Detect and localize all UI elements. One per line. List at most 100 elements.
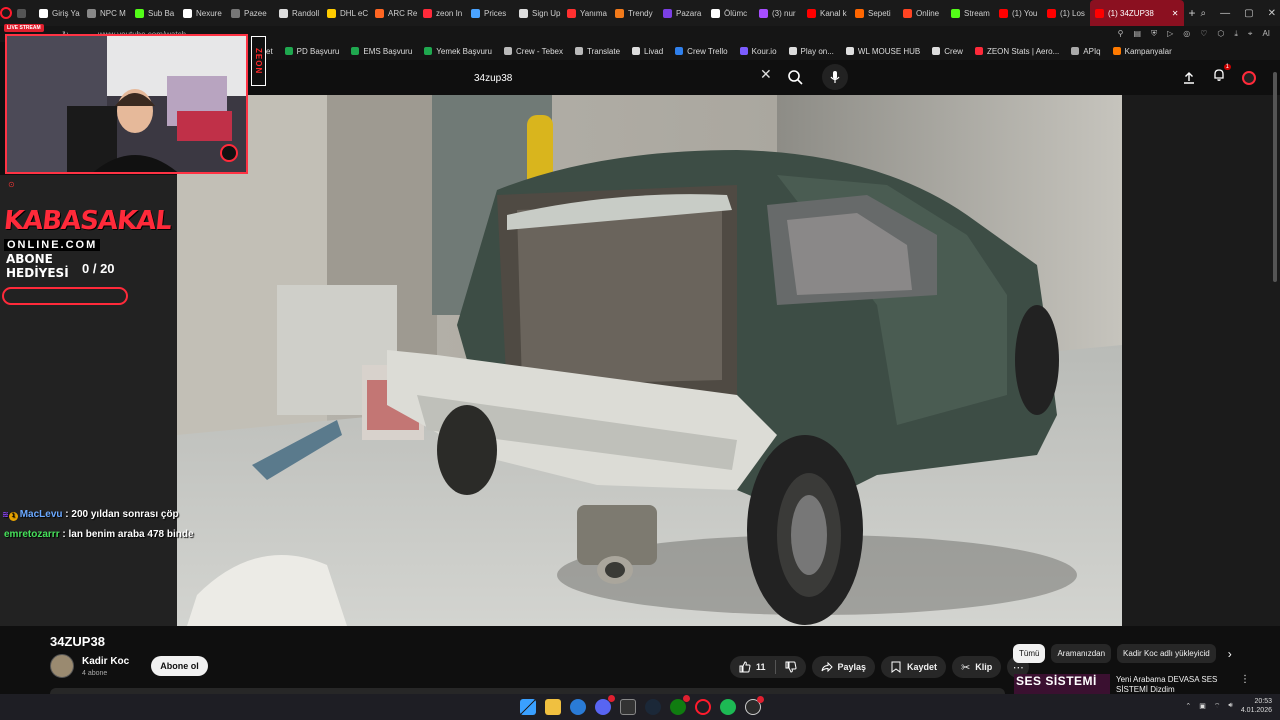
tab-label: Trendy bbox=[628, 8, 653, 18]
browser-tab[interactable]: Randoll bbox=[274, 0, 322, 26]
bookmarks-bar: et PD Başvuru EMS Başvuru Yemek Başvuru Crew… bbox=[248, 42, 1280, 60]
download-icon[interactable]: ⤓ bbox=[1234, 29, 1238, 39]
volume-icon[interactable]: 🔊︎ bbox=[1228, 702, 1232, 710]
browser-tab[interactable]: Giriş Ya bbox=[34, 0, 82, 26]
clock[interactable]: 20:53 4.01.2026 bbox=[1241, 697, 1272, 715]
browser-tab[interactable]: Prices bbox=[466, 0, 514, 26]
browser-tab[interactable]: DHL eC bbox=[322, 0, 370, 26]
bookmark-item[interactable]: WL MOUSE HUB bbox=[845, 47, 920, 56]
recommended-thumbnail[interactable]: SES SİSTEMİ bbox=[1014, 674, 1110, 696]
browser-tab[interactable]: (1) Los bbox=[1042, 0, 1090, 26]
clip-button[interactable]: ✂ Klip bbox=[952, 656, 1002, 678]
opera-gx-icon[interactable] bbox=[694, 699, 711, 715]
browser-tab[interactable]: Yanıma bbox=[562, 0, 610, 26]
bookmark-item[interactable]: EMS Başvuru bbox=[351, 47, 412, 56]
xbox-icon[interactable] bbox=[669, 695, 690, 715]
browser-tab[interactable]: NPC M bbox=[82, 0, 130, 26]
clear-search-icon[interactable]: ✕ bbox=[760, 66, 772, 83]
network-app-icon[interactable] bbox=[569, 699, 586, 715]
minimize-icon[interactable]: — bbox=[1220, 8, 1230, 19]
browser-tab[interactable] bbox=[12, 0, 34, 26]
shield-icon[interactable]: ⛨ bbox=[1151, 29, 1157, 39]
start-menu-icon[interactable] bbox=[519, 699, 536, 715]
search-button[interactable] bbox=[784, 66, 806, 88]
tab-close-icon[interactable]: ✕ bbox=[1172, 9, 1179, 18]
dislike-button[interactable] bbox=[776, 656, 806, 678]
spotify-icon[interactable] bbox=[719, 699, 736, 715]
pin-icon[interactable]: ⌖ bbox=[1248, 29, 1253, 39]
recommended-title[interactable]: Yeni Arabama DEVASA SES SİSTEMİ Dizdim bbox=[1116, 675, 1234, 695]
browser-tab[interactable]: Sepeti bbox=[850, 0, 898, 26]
heart-icon[interactable]: ♡ bbox=[1200, 29, 1207, 39]
browser-tab[interactable]: Kanal k bbox=[802, 0, 850, 26]
wifi-icon[interactable]: ⌔ bbox=[1214, 702, 1221, 711]
bookmark-item[interactable]: Translate bbox=[574, 47, 620, 56]
channel-name[interactable]: Kadir Koc bbox=[82, 656, 129, 667]
account-avatar[interactable] bbox=[1242, 70, 1256, 85]
ai-icon[interactable]: AI bbox=[1262, 29, 1270, 39]
browser-tab[interactable]: Trendy bbox=[610, 0, 658, 26]
browser-tab[interactable]: Pazara bbox=[658, 0, 706, 26]
browser-tab[interactable]: zeon In bbox=[418, 0, 466, 26]
subscribe-button[interactable]: Abone ol bbox=[151, 656, 208, 676]
chip-uploader[interactable]: Kadir Koc adlı yükleyicid bbox=[1117, 644, 1216, 663]
channel-avatar[interactable] bbox=[50, 654, 74, 678]
browser-tab[interactable]: Pazee bbox=[226, 0, 274, 26]
browser-tab[interactable]: Nexure bbox=[178, 0, 226, 26]
bookmark-item[interactable]: PD Başvuru bbox=[284, 47, 339, 56]
search-tabs-icon[interactable]: ⌕ bbox=[1201, 8, 1207, 19]
recommended-menu-icon[interactable]: ⋮ bbox=[1240, 674, 1250, 685]
video-player[interactable] bbox=[177, 95, 1122, 626]
close-window-icon[interactable]: ✕ bbox=[1268, 8, 1276, 19]
obs-icon[interactable] bbox=[744, 696, 764, 715]
bookmark-item[interactable]: Kampanyalar bbox=[1112, 47, 1172, 56]
browser-tab[interactable]: Ölümc bbox=[706, 0, 754, 26]
bookmark-item[interactable]: Kour.io bbox=[739, 47, 777, 56]
browser-tab[interactable]: Sign Up bbox=[514, 0, 562, 26]
browser-tab[interactable]: (3) nur bbox=[754, 0, 802, 26]
bookmark-item[interactable]: Crew - Tebex bbox=[504, 47, 563, 56]
bookmark-item[interactable]: Livad bbox=[632, 47, 663, 56]
bookmark-item[interactable]: Crew bbox=[932, 47, 963, 56]
discord-icon[interactable] bbox=[594, 695, 615, 715]
bookmark-item[interactable]: Crew Trello bbox=[675, 47, 728, 56]
extensions-icon[interactable]: ⬡ bbox=[1217, 29, 1224, 39]
video-actions: 11 Paylaş Kaydet ✂ Klip ⋯ bbox=[730, 656, 1030, 678]
share-button[interactable]: Paylaş bbox=[811, 656, 876, 678]
tab-favicon bbox=[903, 8, 912, 18]
like-button[interactable]: 11 bbox=[730, 656, 775, 678]
scrollbar-thumb[interactable] bbox=[1273, 72, 1277, 282]
camera-icon[interactable]: ◎ bbox=[1183, 29, 1190, 39]
bookmark-item[interactable]: APIq bbox=[1071, 47, 1101, 56]
active-tab[interactable]: (1) 34ZUP38 ✕ bbox=[1090, 0, 1184, 26]
browser-tab[interactable]: (1) You bbox=[994, 0, 1042, 26]
bookmark-item[interactable]: Yemek Başvuru bbox=[424, 47, 492, 56]
player-icon[interactable]: ▷ bbox=[1167, 29, 1173, 39]
maximize-icon[interactable]: ▢ bbox=[1244, 8, 1253, 19]
new-tab-button[interactable]: + bbox=[1184, 0, 1201, 26]
browser-tab[interactable]: Sub Ba bbox=[130, 0, 178, 26]
terminal-icon[interactable] bbox=[619, 699, 636, 715]
opera-menu-icon[interactable] bbox=[0, 0, 12, 26]
save-button[interactable]: Kaydet bbox=[881, 656, 947, 678]
steam-icon[interactable] bbox=[644, 699, 661, 715]
bookmark-item[interactable]: Play on... bbox=[788, 47, 834, 56]
bookmark-item[interactable]: ZEON Stats | Aero... bbox=[974, 47, 1059, 56]
voice-search-button[interactable] bbox=[822, 64, 848, 90]
browser-tab[interactable]: Stream bbox=[946, 0, 994, 26]
browser-tab[interactable]: Online bbox=[898, 0, 946, 26]
chip-all[interactable]: Tümü bbox=[1013, 644, 1046, 663]
recommended-video[interactable]: SES SİSTEMİ Yeni Arabama DEVASA SES SİST… bbox=[1014, 672, 1254, 696]
chevron-right-icon[interactable]: › bbox=[1228, 647, 1232, 661]
bookmark-icon[interactable]: ⚲ bbox=[1118, 29, 1124, 39]
page-scrollbar[interactable] bbox=[1273, 60, 1278, 694]
upload-icon[interactable] bbox=[1182, 71, 1196, 85]
notifications-button[interactable]: 1 bbox=[1212, 64, 1231, 87]
wallet-icon[interactable]: ▤ bbox=[1134, 29, 1142, 39]
chip-from-search[interactable]: Aramanızdan bbox=[1051, 644, 1112, 663]
tray-chevron-icon[interactable]: ⌃ bbox=[1185, 702, 1191, 710]
tray-app-icon[interactable]: ▣ bbox=[1199, 702, 1206, 710]
browser-tab[interactable]: ARC Re bbox=[370, 0, 418, 26]
file-explorer-icon[interactable] bbox=[544, 699, 561, 715]
tab-label: Sign Up bbox=[532, 8, 561, 18]
